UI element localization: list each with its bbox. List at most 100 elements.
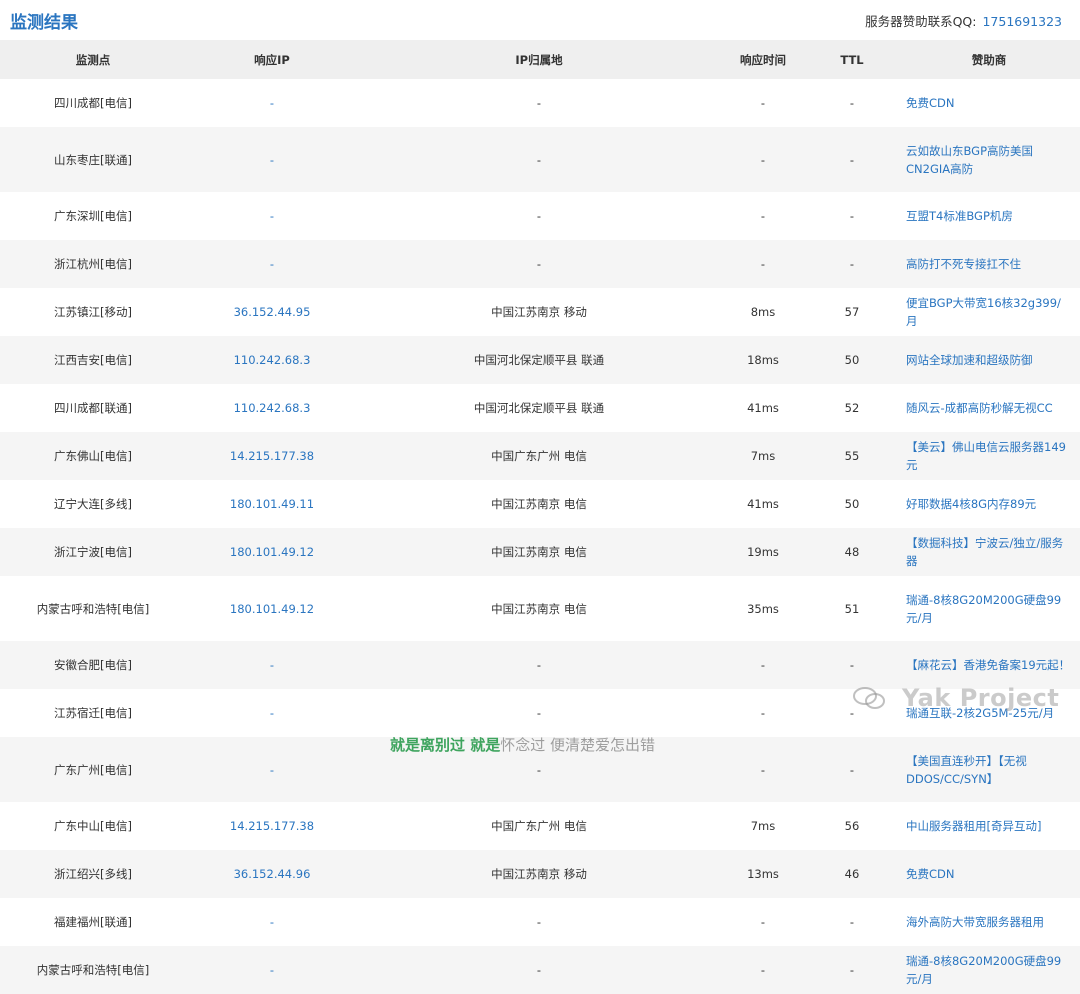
table-row: 浙江宁波[电信] 180.101.49.12 中国江苏南京 电信 19ms 48 【数掘科… [0,528,1080,576]
cell-ip[interactable]: 110.242.68.3 [186,384,358,432]
cell-response-time: 8ms [750,305,776,319]
cell-region: 中国江苏南京 电信 [491,601,587,616]
cell-location: 山东枣庄[联通] [0,127,186,192]
cell-ip[interactable]: 36.152.44.96 [186,850,358,898]
cell-response-time: 35ms [747,601,779,616]
cell-location: 辽宁大连[多线] [54,497,132,511]
cell-ip[interactable]: 14.215.177.38 [186,432,358,480]
cell-location: 四川成都[电信] [54,96,132,110]
table-row: 四川成都[电信] - - - - 免费CDN [0,79,1080,127]
cell-sponsor-link[interactable]: 随风云-成都高防秒解无视CC [898,384,1080,432]
cell-response-time: - [720,946,806,994]
cell-ttl: 50 [844,497,860,511]
contact-qq-link[interactable]: 1751691323 [982,14,1062,29]
cell-location: 广东佛山[电信] [0,432,186,480]
cell-ttl: 50 [806,336,898,384]
page-header: 监测结果 服务器赞助联系QQ: 1751691323 [0,0,1080,40]
cell-ip: - [186,737,358,802]
cell-region: - [358,641,720,689]
table-row: 广东深圳[电信] - - - - 互盟T4标准BGP机房 [0,192,1080,240]
table-row: 广东佛山[电信] 14.215.177.38 中国广东广州 电信 7ms 55 【美云】佛… [0,432,1080,480]
cell-ttl: 48 [806,528,898,576]
cell-ip[interactable]: 110.242.68.3 [186,336,358,384]
cell-region: 中国江苏南京 移动 [358,850,720,898]
cell-location: 福建福州[联通] [54,915,132,929]
cell-ttl: - [849,209,855,223]
cell-region: 中国河北保定顺平县 联通 [358,336,720,384]
cell-sponsor-link[interactable]: 高防打不死专接扛不住 [898,240,1080,288]
cell-response-time: 19ms [720,528,806,576]
column-header-sponsor: 赞助商 [898,40,1080,79]
cell-ip: - [186,641,358,689]
cell-response-time: - [760,706,766,720]
cell-ttl: 57 [844,305,860,319]
cell-location: 广东中山[电信] [54,819,132,833]
cell-sponsor-link[interactable]: 【美国直连秒开】【无视DDOS/CC/SYN】 [898,737,1080,802]
cell-response-time: 7ms [720,432,806,480]
results-table: 监测点 响应IP IP归属地 响应时间 TTL 赞助商 四川成都[电信] - - - -… [0,40,1080,994]
column-header-time: 响应时间 [720,40,806,79]
contact-label: 服务器赞助联系QQ: [865,14,977,29]
table-row: 内蒙古呼和浩特[电信] - - - - 瑞通-8核8G20M200G硬盘99元/月 [0,946,1080,994]
cell-region: - [358,946,720,994]
cell-sponsor-link[interactable]: 中山服务器租用[奇异互动] [898,802,1080,850]
cell-location: 浙江杭州[电信] [0,240,186,288]
cell-response-time: 7ms [750,819,776,833]
table-row: 内蒙古呼和浩特[电信] 180.101.49.12 中国江苏南京 电信 35ms 51 瑞… [0,576,1080,641]
cell-response-time: - [760,96,766,110]
caption-rest: 怀念过 便清楚爱怎出错 [500,736,656,754]
cell-sponsor-link[interactable]: 免费CDN [898,79,1080,127]
cell-ip: - [186,946,358,994]
cell-ip: - [269,96,275,110]
cell-sponsor-link[interactable]: 互盟T4标准BGP机房 [898,192,1080,240]
cell-region: - [536,915,542,929]
cell-location: 江西吉安[电信] [0,336,186,384]
column-header-ttl: TTL [806,40,898,79]
cell-sponsor-link[interactable]: 便宜BGP大带宽16核32g399/月 [898,288,1080,336]
cell-region: 中国广东广州 电信 [358,432,720,480]
column-header-ip: 响应IP [186,40,358,79]
cell-response-time: - [760,209,766,223]
cell-response-time: - [720,641,806,689]
cell-response-time: - [720,737,806,802]
cell-sponsor-link[interactable]: 【数掘科技】宁波云/独立/服务器 [898,528,1080,576]
cell-ip[interactable]: 14.215.177.38 [186,802,358,850]
cell-ip[interactable]: 180.101.49.12 [186,576,358,641]
cell-ip: - [186,127,358,192]
cell-sponsor-link[interactable]: 【麻花云】香港免备案19元起！ [898,641,1080,689]
cell-sponsor-link[interactable]: 瑞通-8核8G20M200G硬盘99元/月 [898,946,1080,994]
cell-response-time: 18ms [720,336,806,384]
cell-location: 内蒙古呼和浩特[电信] [0,946,186,994]
column-header-region: IP归属地 [358,40,720,79]
cell-location: 江苏镇江[移动] [54,305,132,319]
cell-response-time: 41ms [747,401,779,415]
cell-sponsor-link[interactable]: 瑞通-8核8G20M200G硬盘99元/月 [898,576,1080,641]
cell-ttl: - [849,96,855,110]
cell-sponsor-link[interactable]: 海外高防大带宽服务器租用 [898,898,1080,946]
cell-ip[interactable]: 180.101.49.11 [186,480,358,528]
cell-sponsor-link[interactable]: 【美云】佛山电信云服务器149元 [898,432,1080,480]
cell-sponsor-link[interactable]: 免费CDN [898,850,1080,898]
cell-ttl: - [806,641,898,689]
cell-ttl: 52 [844,401,860,415]
cell-ttl: - [806,946,898,994]
cell-location: 四川成都[联通] [54,401,132,415]
cell-region: - [358,127,720,192]
cell-region: 中国江苏南京 移动 [491,305,587,319]
cell-ttl: - [806,240,898,288]
cell-ip: - [269,706,275,720]
cell-location: 江苏宿迁[电信] [54,706,132,720]
cell-region: 中国江苏南京 电信 [358,528,720,576]
cell-ttl: 56 [844,819,860,833]
cell-ip[interactable]: 180.101.49.12 [186,528,358,576]
cell-response-time: 41ms [747,497,779,511]
cell-location: 广东广州[电信] [0,737,186,802]
cell-sponsor-link[interactable]: 好耶数据4核8G内存89元 [898,480,1080,528]
table-row: 四川成都[联通] 110.242.68.3 中国河北保定顺平县 联通 41ms 52 随风… [0,384,1080,432]
cell-sponsor-link[interactable]: 网站全球加速和超级防御 [898,336,1080,384]
table-header-row: 监测点 响应IP IP归属地 响应时间 TTL 赞助商 [0,40,1080,79]
cell-sponsor-link[interactable]: 云如故山东BGP高防美国CN2GIA高防 [898,127,1080,192]
cell-ip[interactable]: 36.152.44.95 [186,288,358,336]
cell-region: 中国河北保定顺平县 联通 [473,401,605,415]
table-row: 江西吉安[电信] 110.242.68.3 中国河北保定顺平县 联通 18ms 50 网站… [0,336,1080,384]
